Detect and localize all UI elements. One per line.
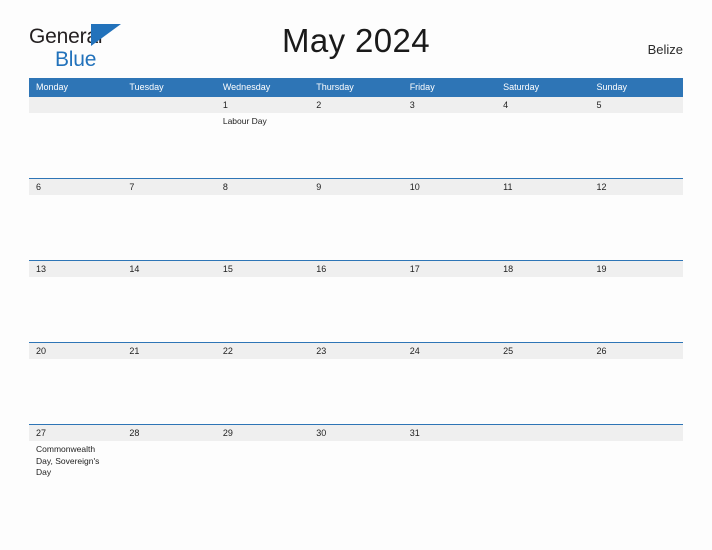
day-events[interactable] <box>122 441 215 506</box>
week-date-band: 27 28 29 30 31 <box>29 425 683 441</box>
day-number[interactable] <box>122 97 215 113</box>
day-events[interactable]: Labour Day <box>216 113 309 178</box>
week-row: 20 21 22 23 24 25 26 <box>29 342 683 424</box>
day-number[interactable]: 8 <box>216 179 309 195</box>
week-date-band: 13 14 15 16 17 18 19 <box>29 261 683 277</box>
day-events[interactable] <box>590 277 683 342</box>
day-events[interactable] <box>403 195 496 260</box>
day-events[interactable] <box>496 441 589 506</box>
day-number[interactable]: 21 <box>122 343 215 359</box>
day-events[interactable] <box>122 113 215 178</box>
day-number[interactable]: 15 <box>216 261 309 277</box>
day-events[interactable] <box>496 359 589 424</box>
day-events[interactable] <box>496 113 589 178</box>
day-number[interactable] <box>496 425 589 441</box>
weekday-header-wednesday: Wednesday <box>222 82 271 92</box>
day-number[interactable]: 16 <box>309 261 402 277</box>
day-events[interactable] <box>590 113 683 178</box>
weekday-header-friday: Friday <box>409 82 435 92</box>
weekday-header-saturday: Saturday <box>503 82 540 92</box>
page-title: May 2024 <box>281 22 431 59</box>
day-events[interactable] <box>590 195 683 260</box>
week-event-band <box>29 277 683 342</box>
day-number[interactable]: 30 <box>309 425 402 441</box>
week-date-band: 6 7 8 9 10 11 12 <box>29 179 683 195</box>
day-number[interactable] <box>29 97 122 113</box>
day-number[interactable]: 31 <box>403 425 496 441</box>
day-number[interactable]: 11 <box>496 179 589 195</box>
day-number[interactable]: 26 <box>590 343 683 359</box>
day-number[interactable]: 17 <box>403 261 496 277</box>
day-number[interactable] <box>590 425 683 441</box>
day-number[interactable]: 14 <box>122 261 215 277</box>
day-number[interactable]: 9 <box>309 179 402 195</box>
day-events[interactable] <box>590 441 683 506</box>
weekday-header-thursday: Thursday <box>316 82 354 92</box>
region-label: Belize <box>647 42 683 57</box>
day-events[interactable] <box>309 277 402 342</box>
week-date-band: 20 21 22 23 24 25 26 <box>29 343 683 359</box>
day-number[interactable]: 12 <box>590 179 683 195</box>
day-events[interactable] <box>309 359 402 424</box>
day-events[interactable] <box>122 277 215 342</box>
day-number[interactable]: 5 <box>590 97 683 113</box>
day-events[interactable] <box>403 441 496 506</box>
week-event-band: Labour Day <box>29 113 683 178</box>
day-number[interactable]: 7 <box>122 179 215 195</box>
weekday-header-monday: Monday <box>36 82 69 92</box>
day-events[interactable] <box>122 359 215 424</box>
week-date-band: 1 2 3 4 5 <box>29 97 683 113</box>
day-events[interactable] <box>403 113 496 178</box>
week-row: 27 28 29 30 31 Commonwealth Day, Soverei… <box>29 424 683 506</box>
day-number[interactable]: 3 <box>403 97 496 113</box>
day-number[interactable]: 4 <box>496 97 589 113</box>
day-events[interactable]: Commonwealth Day, Sovereign's Day <box>29 441 122 506</box>
day-number[interactable]: 6 <box>29 179 122 195</box>
day-number[interactable]: 20 <box>29 343 122 359</box>
day-events[interactable] <box>216 441 309 506</box>
week-row: 6 7 8 9 10 11 12 <box>29 178 683 260</box>
day-events[interactable] <box>29 359 122 424</box>
day-events[interactable] <box>122 195 215 260</box>
weekday-header-sunday: Sunday <box>596 82 628 92</box>
day-events[interactable] <box>403 359 496 424</box>
day-number[interactable]: 23 <box>309 343 402 359</box>
day-number[interactable]: 29 <box>216 425 309 441</box>
day-events[interactable] <box>496 277 589 342</box>
day-number[interactable]: 18 <box>496 261 589 277</box>
week-event-band <box>29 195 683 260</box>
day-events[interactable] <box>309 113 402 178</box>
day-number[interactable]: 13 <box>29 261 122 277</box>
day-events[interactable] <box>29 277 122 342</box>
weekday-header-tuesday: Tuesday <box>129 82 164 92</box>
day-events[interactable] <box>216 277 309 342</box>
week-row: 13 14 15 16 17 18 19 <box>29 260 683 342</box>
day-number[interactable]: 28 <box>122 425 215 441</box>
day-events[interactable] <box>309 441 402 506</box>
week-event-band <box>29 359 683 424</box>
day-events[interactable] <box>309 195 402 260</box>
day-events[interactable] <box>29 195 122 260</box>
day-number[interactable]: 24 <box>403 343 496 359</box>
week-row: 1 2 3 4 5 Labour Day <box>29 96 683 178</box>
day-number[interactable]: 1 <box>216 97 309 113</box>
day-events[interactable] <box>29 113 122 178</box>
day-number[interactable]: 10 <box>403 179 496 195</box>
day-number[interactable]: 25 <box>496 343 589 359</box>
day-number[interactable]: 19 <box>590 261 683 277</box>
weekday-header-row: Monday Tuesday Wednesday Thursday Friday… <box>29 78 683 96</box>
page-header: General Blue May 2024 Belize <box>0 0 712 70</box>
day-events[interactable] <box>403 277 496 342</box>
calendar-grid: Monday Tuesday Wednesday Thursday Friday… <box>29 78 683 506</box>
day-number[interactable]: 27 <box>29 425 122 441</box>
day-events[interactable] <box>590 359 683 424</box>
day-number[interactable]: 22 <box>216 343 309 359</box>
week-event-band: Commonwealth Day, Sovereign's Day <box>29 441 683 506</box>
day-events[interactable] <box>496 195 589 260</box>
day-number[interactable]: 2 <box>309 97 402 113</box>
day-events[interactable] <box>216 359 309 424</box>
day-events[interactable] <box>216 195 309 260</box>
